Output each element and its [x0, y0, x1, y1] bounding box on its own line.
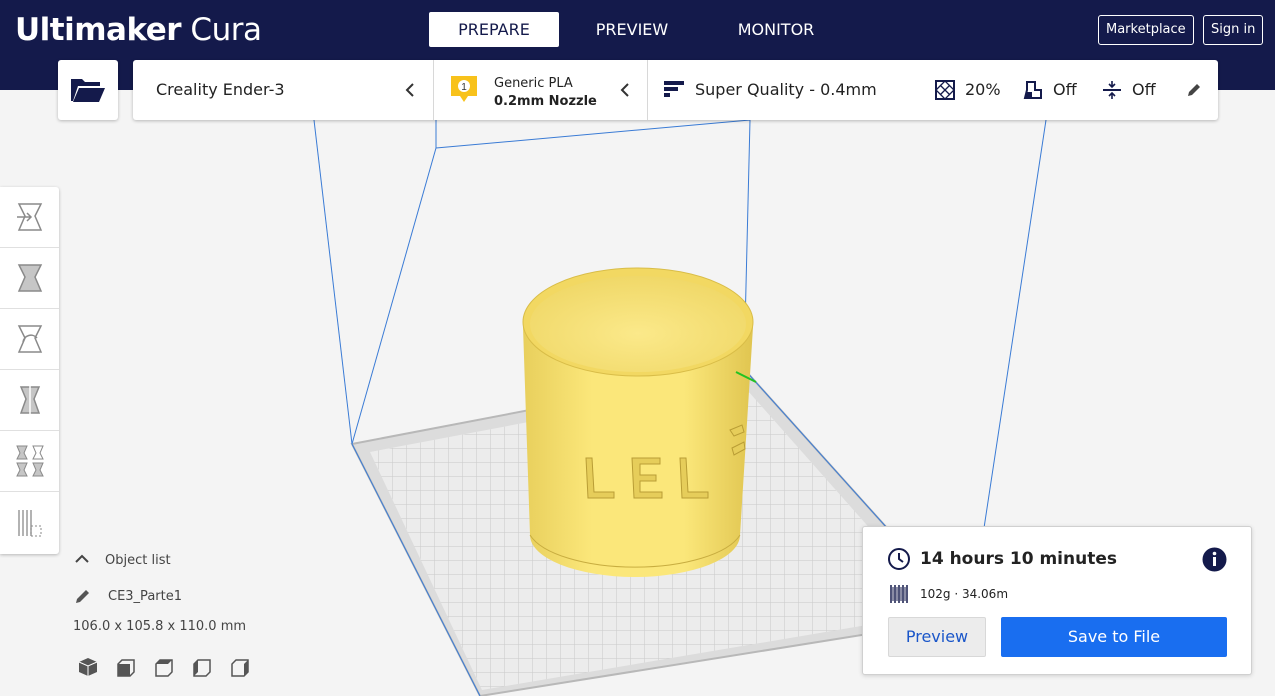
stage-tabs: PREPARE PREVIEW MONITOR [429, 12, 847, 47]
extruder-badge-icon[interactable]: 1 [449, 74, 479, 104]
move-tool-icon [16, 203, 42, 231]
view-front-icon[interactable] [116, 656, 138, 678]
view-top-icon[interactable] [154, 656, 176, 678]
tab-preview[interactable]: PREVIEW [559, 12, 705, 47]
folder-open-icon [71, 79, 105, 102]
rotate-tool[interactable] [0, 309, 59, 370]
print-action-panel: 14 hours 10 minutes 102g · 34.06m Previe… [862, 526, 1252, 675]
app-logo: Ultimaker Cura [15, 12, 262, 48]
support-icon [1023, 81, 1042, 99]
material-usage: 102g · 34.06m [920, 587, 1009, 601]
support-value[interactable]: Off [1053, 80, 1077, 99]
view-3d-icon[interactable] [77, 656, 99, 678]
infill-value[interactable]: 20% [965, 80, 1001, 99]
object-dimensions: 106.0 x 105.8 x 110.0 mm [73, 619, 247, 634]
view-left-icon[interactable] [192, 656, 214, 678]
per-model-settings-icon [15, 445, 44, 477]
tab-prepare[interactable]: PREPARE [429, 12, 559, 47]
info-icon[interactable] [1202, 547, 1227, 572]
chevron-left-icon[interactable] [405, 82, 415, 98]
quality-profile-label[interactable]: Super Quality - 0.4mm [695, 80, 877, 99]
per-model-settings-tool[interactable] [0, 431, 59, 492]
printer-selector-label[interactable]: Creality Ender-3 [156, 80, 285, 99]
printer-settings-bar: Creality Ender-3 1 Generic PLA 0.2mm Noz… [133, 60, 1218, 120]
adhesion-value[interactable]: Off [1132, 80, 1156, 99]
clock-icon [888, 548, 910, 570]
divider [433, 60, 434, 120]
view-right-icon[interactable] [230, 656, 252, 678]
adhesion-icon [1103, 81, 1121, 99]
support-blocker-tool[interactable] [0, 492, 59, 553]
spool-icon [890, 585, 908, 603]
tool-panel [0, 187, 59, 554]
mirror-tool-icon [19, 385, 40, 415]
marketplace-button[interactable]: Marketplace [1098, 15, 1194, 45]
support-blocker-icon [17, 509, 41, 536]
preview-button[interactable]: Preview [888, 617, 986, 657]
print-time: 14 hours 10 minutes [920, 549, 1117, 569]
scale-tool[interactable] [0, 248, 59, 309]
material-name[interactable]: Generic PLA [494, 76, 573, 91]
scale-tool-icon [17, 264, 42, 292]
chevron-left-icon[interactable] [620, 82, 630, 98]
svg-text:1: 1 [461, 82, 467, 93]
object-name[interactable]: CE3_Parte1 [108, 589, 182, 604]
pencil-icon[interactable] [74, 587, 92, 605]
chevron-up-icon[interactable] [73, 552, 91, 566]
open-file-button[interactable] [58, 60, 118, 120]
divider [647, 60, 648, 120]
sign-in-button[interactable]: Sign in [1203, 15, 1264, 45]
object-list-toggle[interactable]: Object list [105, 553, 171, 568]
save-to-file-button[interactable]: Save to File [1001, 617, 1227, 657]
tab-monitor[interactable]: MONITOR [705, 12, 847, 47]
mirror-tool[interactable] [0, 370, 59, 431]
nozzle-size[interactable]: 0.2mm Nozzle [494, 94, 597, 109]
rotate-tool-icon [17, 325, 42, 353]
pencil-icon[interactable] [1186, 82, 1202, 98]
infill-icon [935, 80, 955, 100]
move-tool[interactable] [0, 187, 59, 248]
quality-profile-icon [664, 81, 684, 97]
